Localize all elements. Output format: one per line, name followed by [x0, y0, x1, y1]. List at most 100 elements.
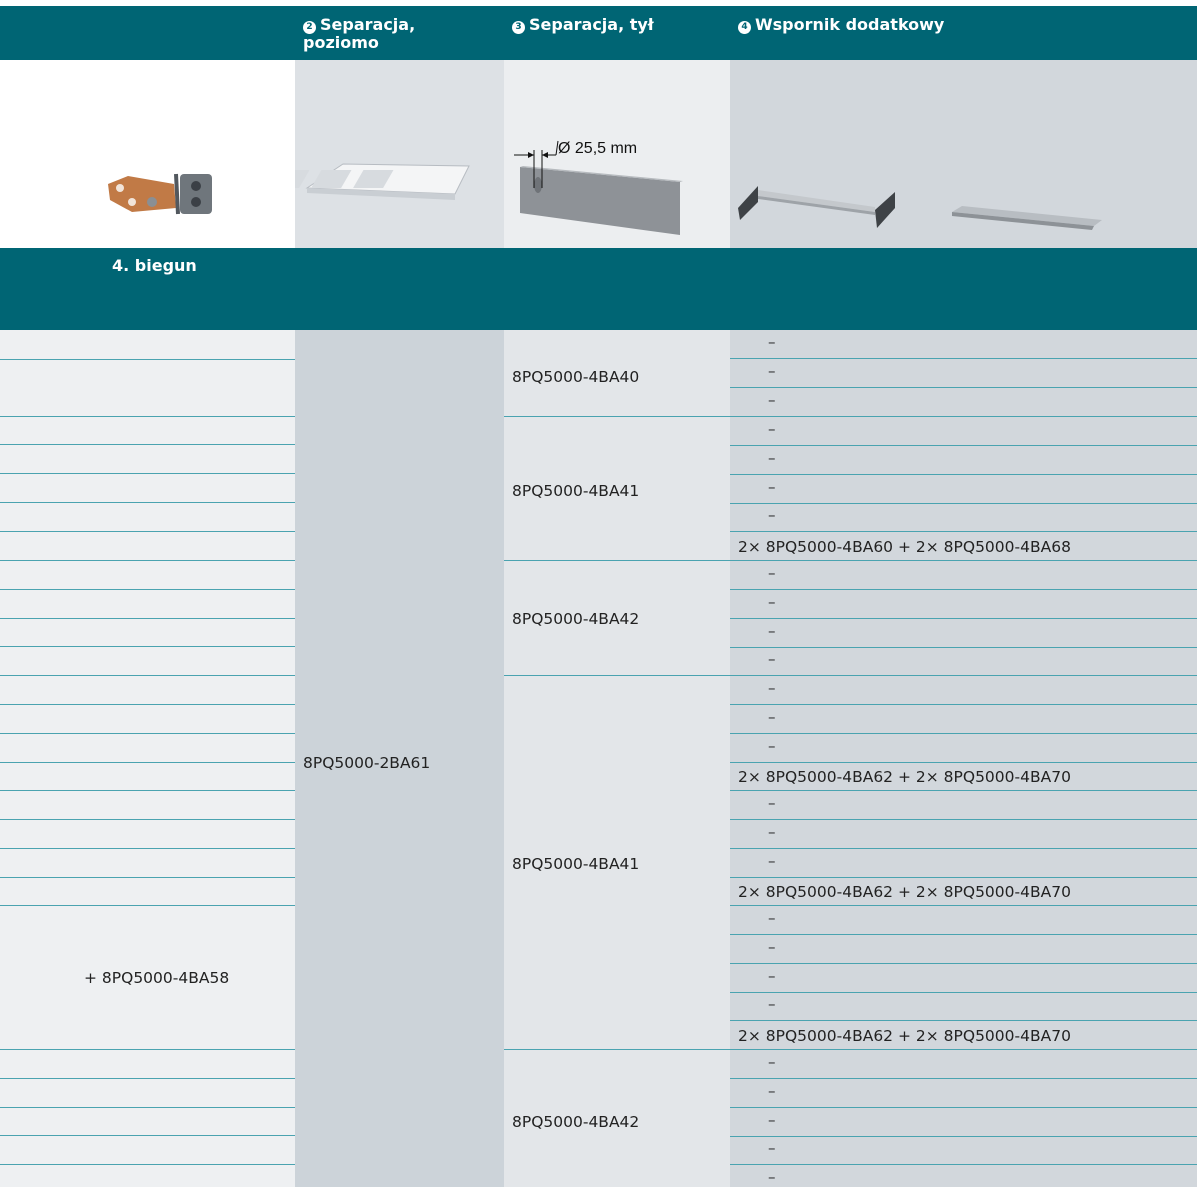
bracket-value: – — [768, 1168, 776, 1186]
row-divider — [0, 444, 295, 445]
bracket-value: – — [768, 909, 776, 927]
bracket-row: – — [730, 1165, 1197, 1187]
row-divider — [0, 762, 295, 763]
row-divider — [0, 531, 295, 532]
fourth-pole-image — [108, 173, 212, 215]
bracket-value: – — [768, 737, 776, 755]
group-divider — [504, 416, 730, 417]
bracket-row: 2× 8PQ5000-4BA62 + 2× 8PQ5000-4BA70 — [730, 877, 1197, 906]
bracket-value: – — [768, 679, 776, 697]
bracket-value: – — [768, 1139, 776, 1157]
row-divider — [0, 646, 295, 647]
bracket-row: – — [730, 359, 1197, 388]
row-divider — [0, 848, 295, 849]
bracket-row: – — [730, 791, 1197, 820]
column-separation-rear — [504, 330, 730, 1187]
row-divider — [0, 1135, 295, 1136]
image-cell-separation-rear: Ø 25,5 mm — [504, 60, 730, 248]
bracket-row: – — [730, 676, 1197, 705]
bracket-value: – — [768, 852, 776, 870]
bracket-value: – — [768, 622, 776, 640]
rear-separation-part-number: 8PQ5000-4BA41 — [512, 482, 640, 500]
bracket-row: – — [730, 561, 1197, 590]
bracket-value: – — [768, 333, 776, 351]
group-divider — [504, 560, 730, 561]
bracket-value: – — [768, 938, 776, 956]
bracket-value: – — [768, 650, 776, 668]
row-divider — [0, 359, 295, 360]
section-label-4th-pole: 4. biegun — [112, 256, 197, 275]
bracket-row: – — [730, 849, 1197, 878]
bracket-accessory-combo: 2× 8PQ5000-4BA62 + 2× 8PQ5000-4BA70 — [738, 1027, 1071, 1045]
header-separation-horizontal: 2 Separacja, poziomo — [303, 16, 415, 51]
horizontal-separator-image — [269, 163, 470, 200]
bracket-row: – — [730, 1108, 1197, 1137]
bracket-row: 2× 8PQ5000-4BA60 + 2× 8PQ5000-4BA68 — [730, 532, 1197, 561]
bracket-row: – — [730, 647, 1197, 676]
image-cell-additional-bracket — [730, 60, 1197, 248]
bracket-value: – — [768, 823, 776, 841]
column-4th-pole — [0, 330, 295, 1187]
image-cell-4th-pole — [0, 60, 295, 248]
row-divider — [0, 819, 295, 820]
bracket-row: – — [730, 964, 1197, 993]
bracket-value: – — [768, 564, 776, 582]
bracket-accessory-combo: 2× 8PQ5000-4BA62 + 2× 8PQ5000-4BA70 — [738, 768, 1071, 786]
diameter-label: Ø 25,5 mm — [558, 140, 637, 157]
row-divider — [0, 473, 295, 474]
header-label: Separacja, tył — [529, 15, 654, 34]
table-header: 2 Separacja, poziomo 3 Separacja, tył 4 Wsp… — [0, 6, 1197, 60]
bracket-row: – — [730, 1050, 1197, 1079]
header-additional-bracket: 4 Wspornik dodatkowy — [738, 16, 944, 34]
accessory-part-number: + 8PQ5000-4BA58 — [84, 969, 230, 987]
row-divider — [0, 1164, 295, 1165]
bracket-value: – — [768, 362, 776, 380]
bracket-row: – — [730, 388, 1197, 417]
bracket-row: – — [730, 820, 1197, 849]
row-divider — [0, 733, 295, 734]
rear-separation-part-number: 8PQ5000-4BA41 — [512, 855, 640, 873]
bracket-value: – — [768, 420, 776, 438]
rear-separation-part-number: 8PQ5000-4BA42 — [512, 610, 640, 628]
bracket-row: – — [730, 503, 1197, 532]
bracket-accessory-combo: 2× 8PQ5000-4BA60 + 2× 8PQ5000-4BA68 — [738, 538, 1071, 556]
header-separation-rear: 3 Separacja, tył — [512, 16, 654, 34]
row-divider — [0, 1107, 295, 1108]
bracket-row: – — [730, 906, 1197, 935]
rear-separation-part-number: 8PQ5000-4BA40 — [512, 368, 640, 386]
bracket-row: 2× 8PQ5000-4BA62 + 2× 8PQ5000-4BA70 — [730, 762, 1197, 791]
row-divider — [0, 877, 295, 878]
bracket-row: 2× 8PQ5000-4BA62 + 2× 8PQ5000-4BA70 — [730, 1021, 1197, 1050]
bracket-row: – — [730, 590, 1197, 619]
bracket-row: – — [730, 619, 1197, 648]
row-divider — [0, 905, 295, 906]
number-badge: 4 — [738, 21, 751, 34]
bracket-row: – — [730, 734, 1197, 763]
bracket-value: – — [768, 967, 776, 985]
bracket-value: – — [768, 708, 776, 726]
bracket-value: – — [768, 1082, 776, 1100]
separation-horizontal-part-number: 8PQ5000-2BA61 — [303, 754, 431, 772]
row-divider — [0, 416, 295, 417]
bracket-value: – — [768, 1053, 776, 1071]
bracket-accessory-combo: 2× 8PQ5000-4BA62 + 2× 8PQ5000-4BA70 — [738, 883, 1071, 901]
bracket-row: – — [730, 475, 1197, 504]
bracket-row: – — [730, 1079, 1197, 1108]
bracket-value: – — [768, 449, 776, 467]
rear-separation-part-number: 8PQ5000-4BA42 — [512, 1113, 640, 1131]
bracket-value: – — [768, 391, 776, 409]
image-cell-separation-horizontal — [269, 60, 504, 248]
bracket-row: – — [730, 446, 1197, 475]
rear-separator-image: Ø 25,5 mm — [514, 140, 683, 235]
bracket-images — [738, 186, 1102, 230]
bracket-value: – — [768, 506, 776, 524]
row-divider — [0, 1049, 295, 1050]
row-divider — [0, 704, 295, 705]
row-divider — [0, 589, 295, 590]
bracket-value: – — [768, 1111, 776, 1129]
bracket-row: – — [730, 935, 1197, 964]
bracket-row: – — [730, 1136, 1197, 1165]
row-divider — [0, 1078, 295, 1079]
bracket-value: – — [768, 995, 776, 1013]
bracket-value: – — [768, 593, 776, 611]
